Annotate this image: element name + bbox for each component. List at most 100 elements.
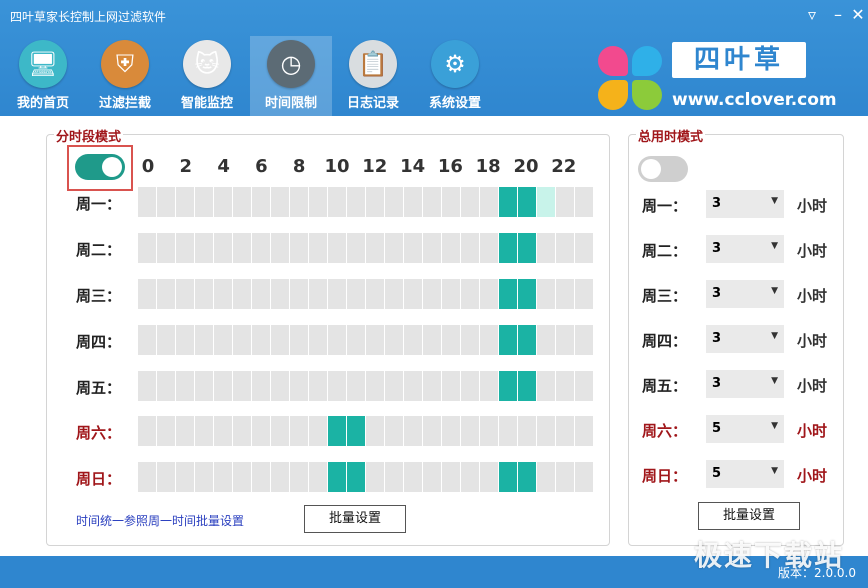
- hour-cell[interactable]: [233, 371, 251, 401]
- hour-cell[interactable]: [195, 416, 213, 446]
- hour-cell[interactable]: [499, 233, 517, 263]
- hours-select[interactable]: 5 ▼: [706, 460, 784, 488]
- hour-cell[interactable]: [366, 233, 384, 263]
- hour-cell[interactable]: [309, 371, 327, 401]
- hour-cell[interactable]: [480, 279, 498, 309]
- hour-cell[interactable]: [385, 462, 403, 492]
- hour-cell[interactable]: [575, 325, 593, 355]
- hour-cell[interactable]: [252, 371, 270, 401]
- hour-cell[interactable]: [290, 371, 308, 401]
- hour-cell[interactable]: [423, 371, 441, 401]
- hour-cell[interactable]: [214, 187, 232, 217]
- hour-cell[interactable]: [442, 187, 460, 217]
- hour-cell[interactable]: [252, 462, 270, 492]
- hours-select[interactable]: 5 ▼: [706, 415, 784, 443]
- hour-cell[interactable]: [575, 187, 593, 217]
- hour-cell[interactable]: [537, 416, 555, 446]
- hour-cell[interactable]: [195, 462, 213, 492]
- hour-cell[interactable]: [366, 187, 384, 217]
- batch-set-button[interactable]: 批量设置: [304, 505, 406, 533]
- hour-cell[interactable]: [309, 233, 327, 263]
- hour-cell[interactable]: [347, 279, 365, 309]
- hour-cell[interactable]: [309, 187, 327, 217]
- hour-cell[interactable]: [385, 416, 403, 446]
- hours-select[interactable]: 3 ▼: [706, 235, 784, 263]
- hour-cell[interactable]: [157, 416, 175, 446]
- hour-cell[interactable]: [537, 233, 555, 263]
- hour-cell[interactable]: [328, 371, 346, 401]
- nav-item-2[interactable]: 🐱 智能监控: [166, 36, 248, 116]
- hour-cell[interactable]: [233, 187, 251, 217]
- hour-cell[interactable]: [290, 462, 308, 492]
- hour-cell[interactable]: [461, 416, 479, 446]
- hour-cell[interactable]: [480, 416, 498, 446]
- hour-cell[interactable]: [423, 233, 441, 263]
- hour-cell[interactable]: [366, 416, 384, 446]
- hour-cell[interactable]: [176, 416, 194, 446]
- hour-cell[interactable]: [157, 187, 175, 217]
- hour-cell[interactable]: [252, 279, 270, 309]
- hour-cell[interactable]: [404, 371, 422, 401]
- hour-cell[interactable]: [176, 233, 194, 263]
- hour-cell[interactable]: [214, 371, 232, 401]
- hour-cell[interactable]: [575, 233, 593, 263]
- hour-cell[interactable]: [442, 233, 460, 263]
- hour-cell[interactable]: [575, 279, 593, 309]
- hour-cell[interactable]: [442, 371, 460, 401]
- hour-cell[interactable]: [556, 371, 574, 401]
- hour-cell[interactable]: [347, 187, 365, 217]
- hour-cell[interactable]: [328, 416, 346, 446]
- nav-item-5[interactable]: ⚙ 系统设置: [414, 36, 496, 116]
- hour-cell[interactable]: [195, 279, 213, 309]
- nav-item-0[interactable]: 🖥 我的首页: [2, 36, 84, 116]
- hour-cell[interactable]: [442, 325, 460, 355]
- hour-cell[interactable]: [556, 233, 574, 263]
- hour-cell[interactable]: [518, 325, 536, 355]
- hour-cell[interactable]: [176, 462, 194, 492]
- hour-cell[interactable]: [461, 279, 479, 309]
- hour-cell[interactable]: [385, 325, 403, 355]
- hour-cell[interactable]: [138, 371, 156, 401]
- hour-cell[interactable]: [537, 325, 555, 355]
- hour-cell[interactable]: [195, 325, 213, 355]
- hour-cell[interactable]: [518, 187, 536, 217]
- hour-cell[interactable]: [423, 416, 441, 446]
- hour-cell[interactable]: [347, 233, 365, 263]
- hour-cell[interactable]: [290, 325, 308, 355]
- hour-cell[interactable]: [328, 233, 346, 263]
- hour-cell[interactable]: [195, 187, 213, 217]
- hour-cell[interactable]: [366, 462, 384, 492]
- hour-cell[interactable]: [271, 233, 289, 263]
- hour-cell[interactable]: [537, 371, 555, 401]
- hour-cell[interactable]: [138, 233, 156, 263]
- hour-cell[interactable]: [271, 325, 289, 355]
- hour-cell[interactable]: [404, 187, 422, 217]
- hour-cell[interactable]: [556, 279, 574, 309]
- nav-item-1[interactable]: ⛨ 过滤拦截: [84, 36, 166, 116]
- hour-cell[interactable]: [157, 325, 175, 355]
- hour-cell[interactable]: [328, 325, 346, 355]
- hour-cell[interactable]: [309, 325, 327, 355]
- hour-cell[interactable]: [404, 416, 422, 446]
- hour-cell[interactable]: [271, 416, 289, 446]
- hour-cell[interactable]: [214, 325, 232, 355]
- hour-cell[interactable]: [366, 279, 384, 309]
- hours-select[interactable]: 3 ▼: [706, 370, 784, 398]
- hour-cell[interactable]: [461, 462, 479, 492]
- hour-cell[interactable]: [176, 279, 194, 309]
- hour-cell[interactable]: [366, 371, 384, 401]
- hour-cell[interactable]: [233, 416, 251, 446]
- hour-cell[interactable]: [157, 279, 175, 309]
- hour-cell[interactable]: [290, 233, 308, 263]
- hour-cell[interactable]: [404, 279, 422, 309]
- hour-cell[interactable]: [195, 371, 213, 401]
- hour-cell[interactable]: [556, 187, 574, 217]
- hour-cell[interactable]: [537, 462, 555, 492]
- hour-cell[interactable]: [442, 416, 460, 446]
- hour-cell[interactable]: [252, 187, 270, 217]
- hour-cell[interactable]: [214, 233, 232, 263]
- total-batch-set-button[interactable]: 批量设置: [698, 502, 800, 530]
- hour-cell[interactable]: [138, 462, 156, 492]
- hour-cell[interactable]: [271, 462, 289, 492]
- hour-cell[interactable]: [347, 416, 365, 446]
